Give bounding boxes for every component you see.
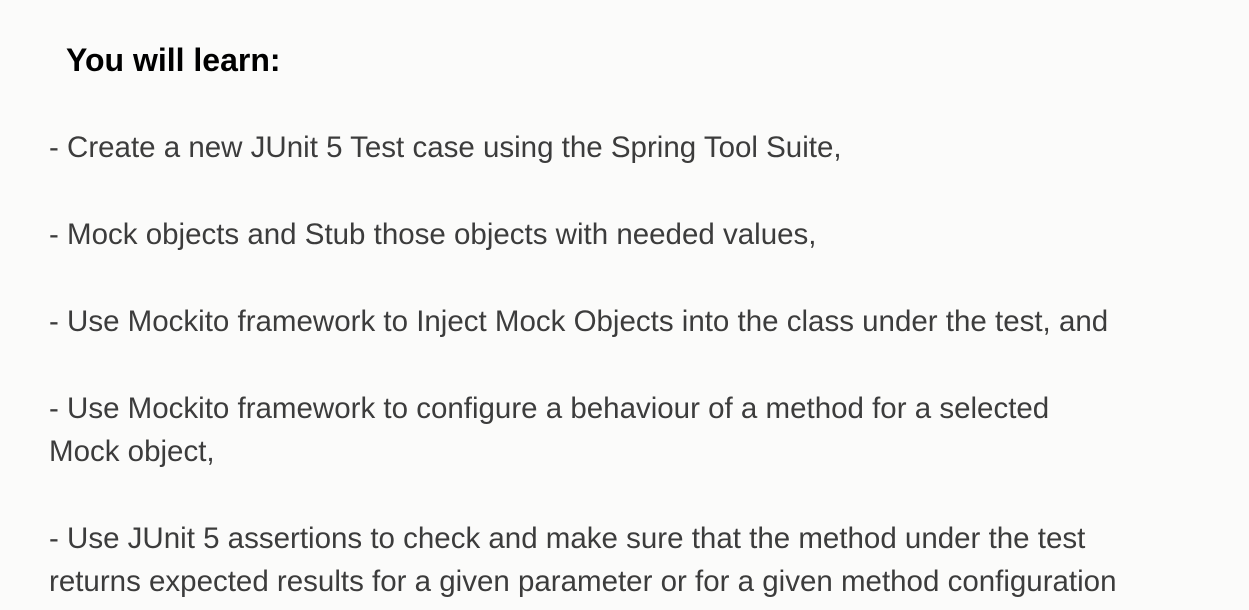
list-item-text-continued: Mock object, <box>49 435 215 468</box>
list-item: - Use Mockito framework to Inject Mock O… <box>49 300 1108 343</box>
slide: You will learn: - Create a new JUnit 5 T… <box>0 0 1249 610</box>
list-item: - Mock objects and Stub those objects wi… <box>49 213 816 256</box>
list-item: - Create a new JUnit 5 Test case using t… <box>49 126 842 169</box>
slide-heading: You will learn: <box>66 42 281 78</box>
list-item-text: - Use Mockito framework to configure a b… <box>49 392 1050 425</box>
list-item: - Use Mockito framework to configure a b… <box>49 387 1049 473</box>
list-item-text: - Mock objects and Stub those objects wi… <box>49 218 817 251</box>
list-item-text-continued: returns expected results for a given par… <box>49 565 1117 598</box>
list-item-text: - Create a new JUnit 5 Test case using t… <box>49 131 842 164</box>
list-item-text: - Use Mockito framework to Inject Mock O… <box>49 305 1109 338</box>
list-item-text: - Use JUnit 5 assertions to check and ma… <box>49 522 1086 555</box>
list-item: - Use JUnit 5 assertions to check and ma… <box>49 517 1117 603</box>
